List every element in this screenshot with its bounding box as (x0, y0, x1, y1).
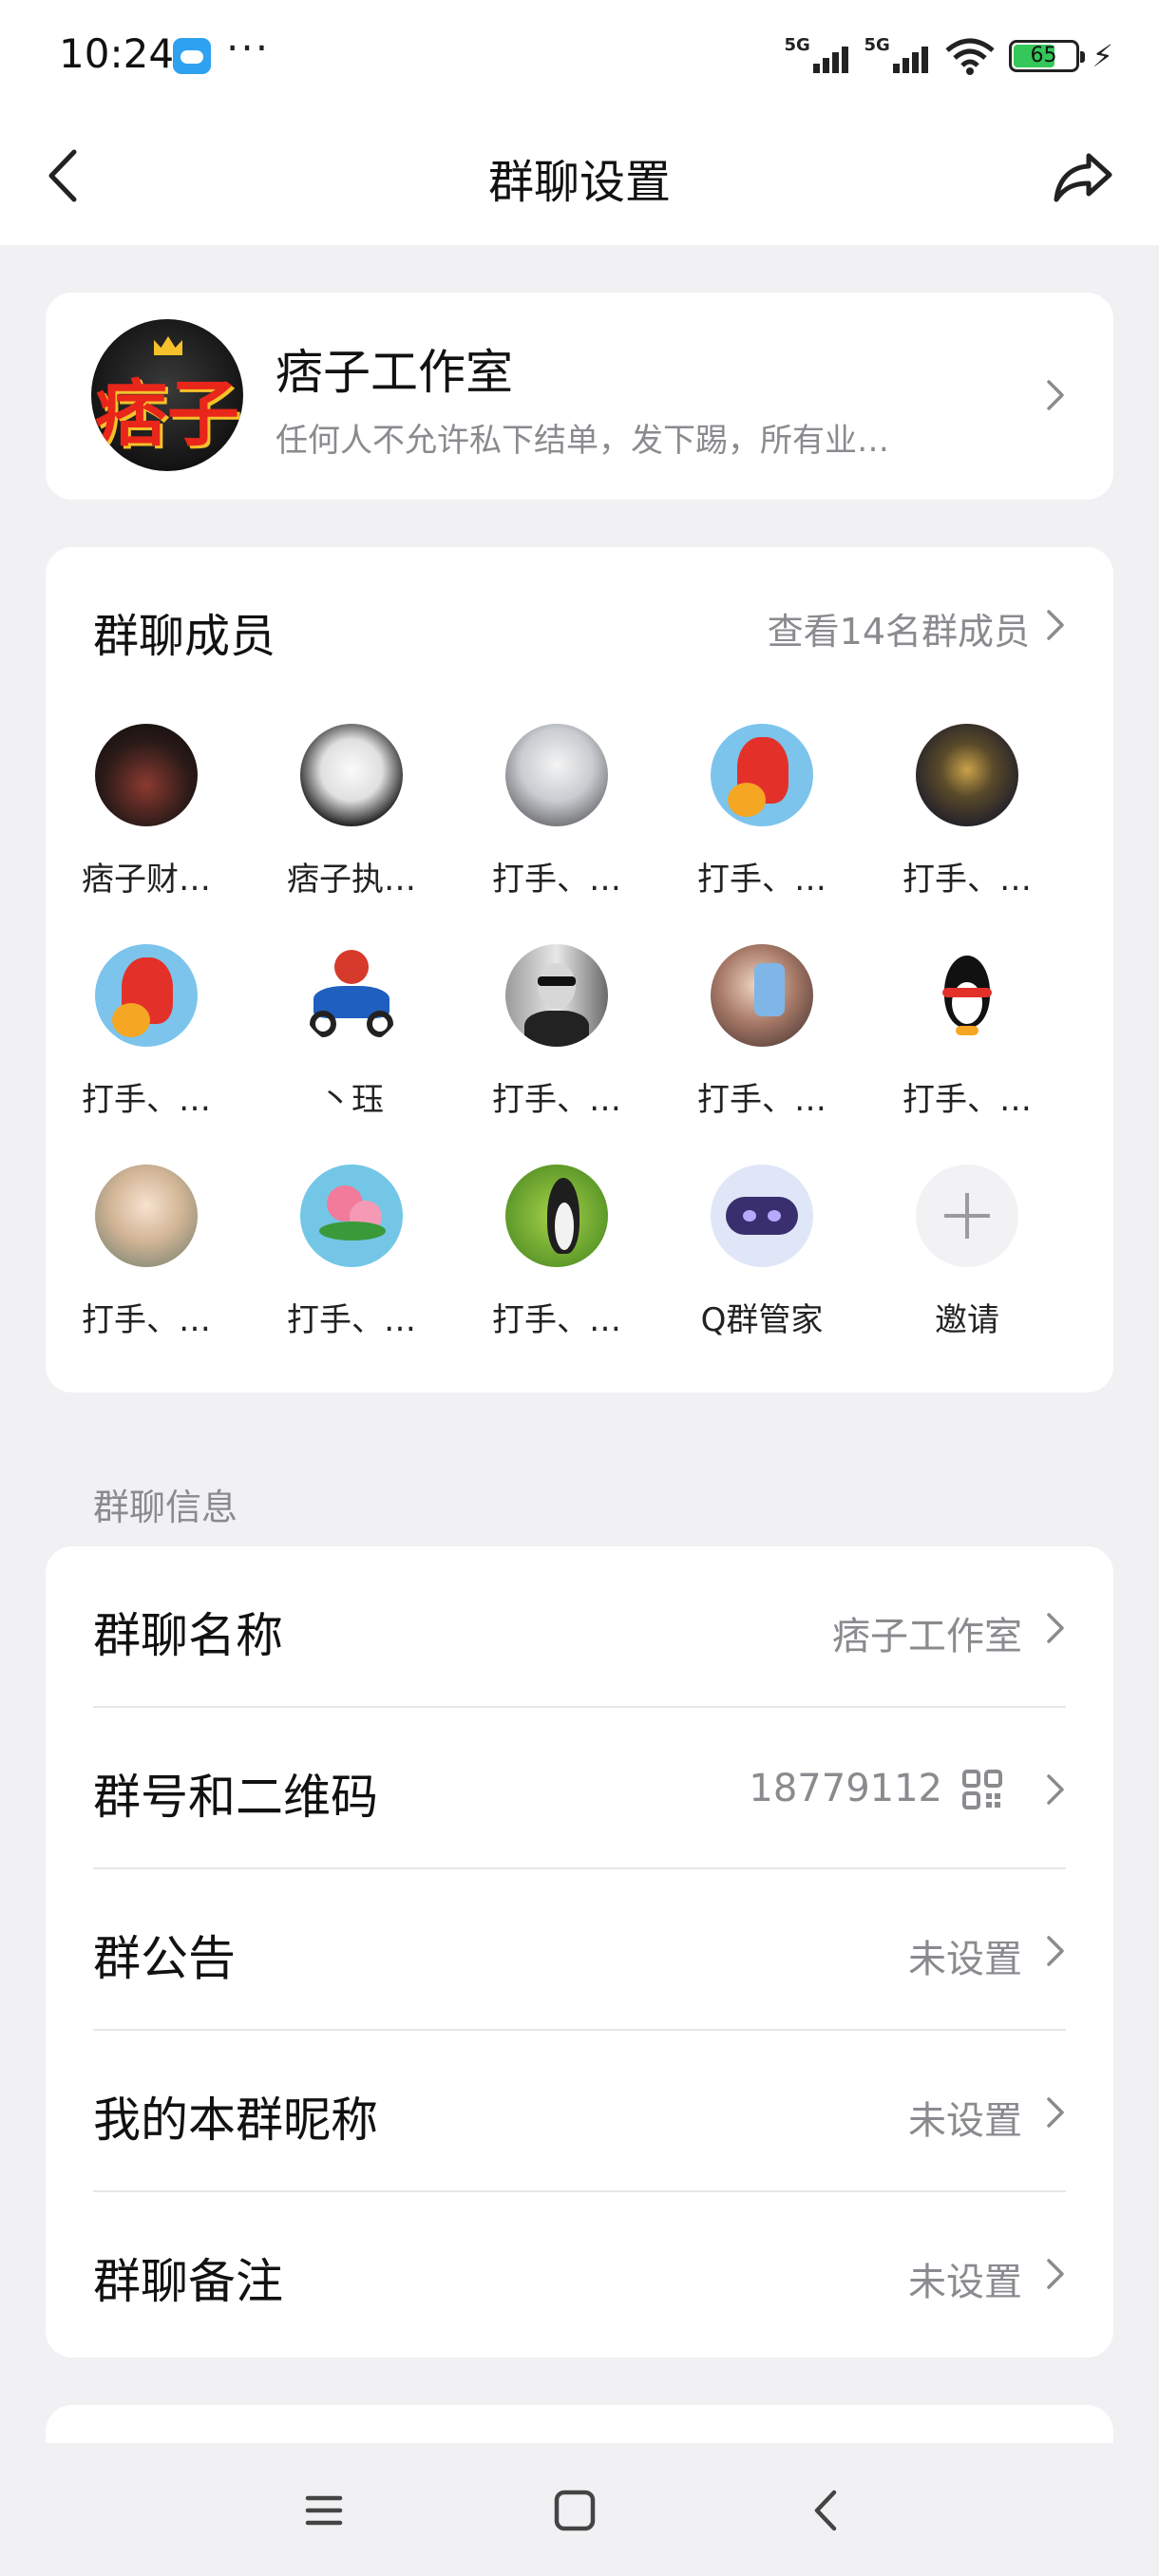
invite-label: 邀请 (935, 1301, 999, 1339)
signal-icon: 5G (785, 35, 851, 77)
chevron-right-icon[interactable] (1043, 606, 1068, 644)
row-value: 未设置 (908, 1938, 1022, 1981)
row-label: 群聊名称 (93, 1608, 283, 1663)
member-item[interactable]: 打手、… (454, 944, 659, 1120)
qq-penguin-icon (916, 944, 1018, 1047)
battery-icon: 65 (1008, 40, 1085, 72)
member-item[interactable]: 打手、… (454, 724, 659, 900)
member-name: 痞子财… (82, 861, 211, 899)
member-avatar (300, 1165, 403, 1267)
member-name: 打手、… (82, 1081, 211, 1119)
row-label: 群公告 (93, 1931, 236, 1986)
row-my-group-nickname[interactable]: 我的本群昵称 未设置 (46, 2031, 1113, 2192)
member-item[interactable]: Q群管家 (659, 1165, 864, 1340)
row-group-name[interactable]: 群聊名称 痞子工作室 (46, 1546, 1113, 1708)
row-value: 未设置 (908, 2261, 1022, 2304)
chevron-right-icon (1047, 1936, 1064, 1966)
member-name: 打手、… (492, 1301, 621, 1339)
member-avatar (916, 724, 1018, 826)
member-item[interactable]: 打手、… (659, 944, 864, 1120)
member-avatar (95, 724, 198, 826)
view-all-members-link[interactable]: 查看14名群成员 (768, 602, 1030, 654)
member-avatar (300, 944, 403, 1047)
row-label: 群号和二维码 (93, 1770, 378, 1825)
row-group-id-qrcode[interactable]: 群号和二维码 18779112 (46, 1708, 1113, 1869)
member-name: 打手、… (902, 1081, 1032, 1119)
chevron-right-icon (1047, 380, 1064, 410)
member-name: 打手、… (492, 1081, 621, 1119)
menu-icon[interactable] (291, 2477, 357, 2544)
member-item[interactable]: 打手、… (864, 724, 1070, 900)
invite-button[interactable]: 邀请 (864, 1165, 1070, 1340)
member-name: 打手、… (697, 861, 826, 899)
member-name: 打手、… (492, 861, 621, 899)
group-name: 痞子工作室 (276, 345, 513, 400)
member-avatar (95, 944, 198, 1047)
group-description: 任何人不允许私下结单，发下踢，所有业… (276, 422, 889, 460)
signal-icon: 5G (864, 35, 931, 77)
battery-level: 65 (1030, 44, 1057, 67)
member-avatar (505, 724, 608, 826)
chevron-right-icon (1047, 1613, 1064, 1643)
chevron-right-icon (1047, 2097, 1064, 2128)
member-name: 痞子执… (287, 861, 416, 899)
status-icons: 5G 5G 65 ⚡ (785, 34, 1113, 78)
member-name: 打手、… (902, 861, 1032, 899)
row-label: 我的本群昵称 (93, 2093, 378, 2148)
home-icon[interactable] (542, 2477, 608, 2544)
plus-icon (916, 1165, 1018, 1267)
robot-icon (711, 1165, 813, 1267)
member-avatar (711, 724, 813, 826)
section-label-group-info: 群聊信息 (93, 1487, 238, 1528)
member-name: 打手、… (697, 1081, 826, 1119)
member-avatar (505, 1165, 608, 1267)
group-info-card: 群聊名称 痞子工作室 群号和二维码 18779112 群公告 未设置 我的本群昵… (46, 1546, 1113, 2358)
chevron-right-icon (1047, 1774, 1064, 1805)
row-group-announcement[interactable]: 群公告 未设置 (46, 1869, 1113, 2031)
member-name: 打手、… (287, 1301, 416, 1339)
member-item[interactable]: 痞子财… (44, 724, 249, 900)
group-avatar: 痞子 (91, 319, 243, 471)
group-avatar-logo: 痞子 (95, 371, 239, 456)
cloud-icon (173, 38, 211, 74)
member-item[interactable]: 痞子执… (249, 724, 454, 900)
member-item[interactable]: 打手、… (454, 1165, 659, 1340)
member-item[interactable]: 打手、… (864, 944, 1070, 1120)
member-item[interactable]: 打手、… (249, 1165, 454, 1340)
group-profile-card[interactable]: 痞子 痞子工作室 任何人不允许私下结单，发下踢，所有业… (46, 293, 1113, 500)
members-title: 群聊成员 (93, 610, 276, 663)
member-avatar (95, 1165, 198, 1267)
wifi-icon (944, 38, 995, 75)
more-notifications-icon: ··· (226, 25, 271, 71)
row-label: 群聊备注 (93, 2254, 283, 2309)
member-avatar (711, 944, 813, 1047)
chevron-right-icon (1047, 2259, 1064, 2289)
member-item[interactable]: 打手、… (44, 944, 249, 1120)
row-group-remark[interactable]: 群聊备注 未设置 (46, 2192, 1113, 2354)
nav-bar: 群聊设置 (0, 114, 1159, 245)
status-time: 10:24 (59, 30, 175, 77)
member-avatar (300, 724, 403, 826)
crown-icon (154, 336, 182, 355)
member-item[interactable]: 打手、… (44, 1165, 249, 1340)
page-title: 群聊设置 (487, 156, 671, 209)
member-name: Q群管家 (700, 1301, 824, 1339)
share-icon[interactable] (1051, 142, 1117, 209)
member-name: 丶珏 (319, 1081, 384, 1119)
signal-label: 5G (784, 35, 810, 55)
back-icon[interactable] (794, 2477, 861, 2544)
members-card: 群聊成员 查看14名群成员 痞子财… 痞子执… 打手、… 打手、… 打手、… 打… (46, 547, 1113, 1392)
row-value: 18779112 (749, 1767, 942, 1810)
member-name: 打手、… (82, 1301, 211, 1339)
member-avatar (505, 944, 608, 1047)
row-value: 痞子工作室 (832, 1615, 1022, 1658)
status-bar: 10:24 ··· 5G 5G 65 ⚡ (0, 0, 1159, 114)
row-value: 未设置 (908, 2099, 1022, 2143)
qr-code-icon (962, 1770, 1002, 1809)
charging-icon: ⚡ (1092, 38, 1113, 74)
member-item[interactable]: 丶珏 (249, 944, 454, 1120)
system-nav-bar (0, 2443, 1159, 2576)
member-item[interactable]: 打手、… (659, 724, 864, 900)
signal-label: 5G (864, 35, 890, 55)
